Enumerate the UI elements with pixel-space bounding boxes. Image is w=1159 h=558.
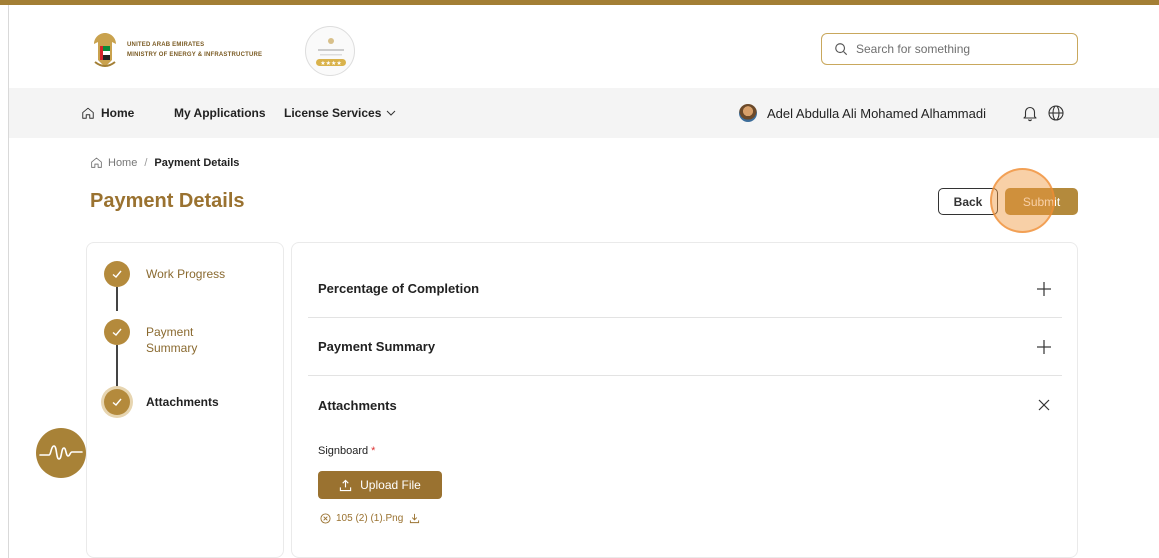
home-icon: [82, 107, 94, 119]
chatbot-icon: [39, 445, 83, 460]
required-mark: *: [371, 445, 376, 457]
upload-icon: [339, 479, 352, 491]
breadcrumb-home[interactable]: Home: [108, 157, 137, 169]
check-icon: [112, 398, 122, 406]
step-active-icon: [104, 389, 130, 415]
plus-icon[interactable]: [1036, 281, 1052, 297]
step-complete-icon: [104, 261, 130, 287]
accordion-attachments[interactable]: Attachments: [308, 376, 1062, 434]
click-indicator: [990, 168, 1055, 233]
user-menu[interactable]: Adel Abdulla Ali Mohamed Alhammadi: [739, 88, 986, 138]
breadcrumb-separator: /: [144, 156, 148, 169]
main-card: Percentage of Completion Payment Summary…: [291, 242, 1078, 558]
accordion-title: Percentage of Completion: [318, 281, 480, 296]
nav-my-applications[interactable]: My Applications: [174, 88, 266, 138]
back-button[interactable]: Back: [938, 188, 998, 215]
nav-my-applications-label: My Applications: [174, 106, 266, 120]
logo-line2: MINISTRY OF ENERGY & INFRASTRUCTURE: [127, 52, 263, 58]
upload-file-label: Upload File: [360, 478, 421, 492]
globe-icon[interactable]: [1047, 104, 1065, 122]
logo-line1: UNITED ARAB EMIRATES: [127, 42, 205, 48]
accordion-payment-summary[interactable]: Payment Summary: [308, 318, 1062, 376]
signboard-label: Signboard *: [318, 445, 375, 457]
chatbot-button[interactable]: [36, 428, 86, 478]
step-attachments[interactable]: Attachments: [104, 389, 236, 415]
remove-file-icon[interactable]: [320, 513, 331, 524]
accordion-title: Payment Summary: [318, 339, 436, 354]
bell-icon[interactable]: [1021, 104, 1039, 122]
step-connector: [116, 287, 118, 311]
upload-file-button[interactable]: Upload File: [318, 471, 442, 499]
file-name[interactable]: 105 (2) (1).Png: [336, 513, 403, 524]
main-nav: Home My Applications License Services Ad…: [9, 88, 1159, 138]
header: UNITED ARAB EMIRATES MINISTRY OF ENERGY …: [9, 5, 1159, 88]
page-title: Payment Details: [90, 190, 245, 212]
search-placeholder: Search for something: [856, 42, 971, 56]
step-work-progress[interactable]: Work Progress: [104, 261, 236, 287]
step-label: Payment Summary: [146, 325, 198, 355]
ministry-logo[interactable]: UNITED ARAB EMIRATES MINISTRY OF ENERGY …: [89, 30, 262, 70]
breadcrumb: Home / Payment Details: [90, 156, 239, 169]
step-label: Attachments: [146, 395, 219, 409]
accordion-percentage-of-completion[interactable]: Percentage of Completion: [308, 260, 1062, 318]
excellence-badge-icon: ★★★★: [305, 26, 355, 76]
chevron-down-icon: [387, 110, 396, 116]
step-payment-summary[interactable]: Payment Summary: [104, 319, 236, 356]
breadcrumb-current: Payment Details: [154, 156, 240, 169]
step-complete-icon: [104, 319, 130, 345]
uae-emblem-icon: [94, 33, 116, 67]
avatar: [739, 104, 757, 122]
download-icon[interactable]: [409, 513, 420, 524]
nav-home[interactable]: Home: [81, 88, 134, 138]
user-name: Adel Abdulla Ali Mohamed Alhammadi: [767, 105, 986, 121]
step-label: Work Progress: [146, 267, 226, 281]
nav-license-services[interactable]: License Services: [284, 88, 396, 138]
progress-stepper: Work Progress Payment Summary Attachment…: [86, 242, 284, 558]
plus-icon[interactable]: [1036, 339, 1052, 355]
accordion-title: Attachments: [318, 397, 397, 413]
nav-home-label: Home: [101, 106, 135, 120]
close-icon[interactable]: [1036, 397, 1052, 413]
uploaded-file: 105 (2) (1).Png: [320, 513, 420, 524]
search-icon: [835, 43, 848, 56]
check-icon: [112, 270, 122, 278]
search-input[interactable]: Search for something: [821, 33, 1078, 65]
svg-text:★★★★: ★★★★: [320, 60, 342, 67]
check-icon: [112, 328, 122, 336]
signboard-label-text: Signboard: [318, 445, 369, 457]
nav-license-services-label: License Services: [284, 106, 382, 120]
home-icon: [91, 157, 102, 168]
